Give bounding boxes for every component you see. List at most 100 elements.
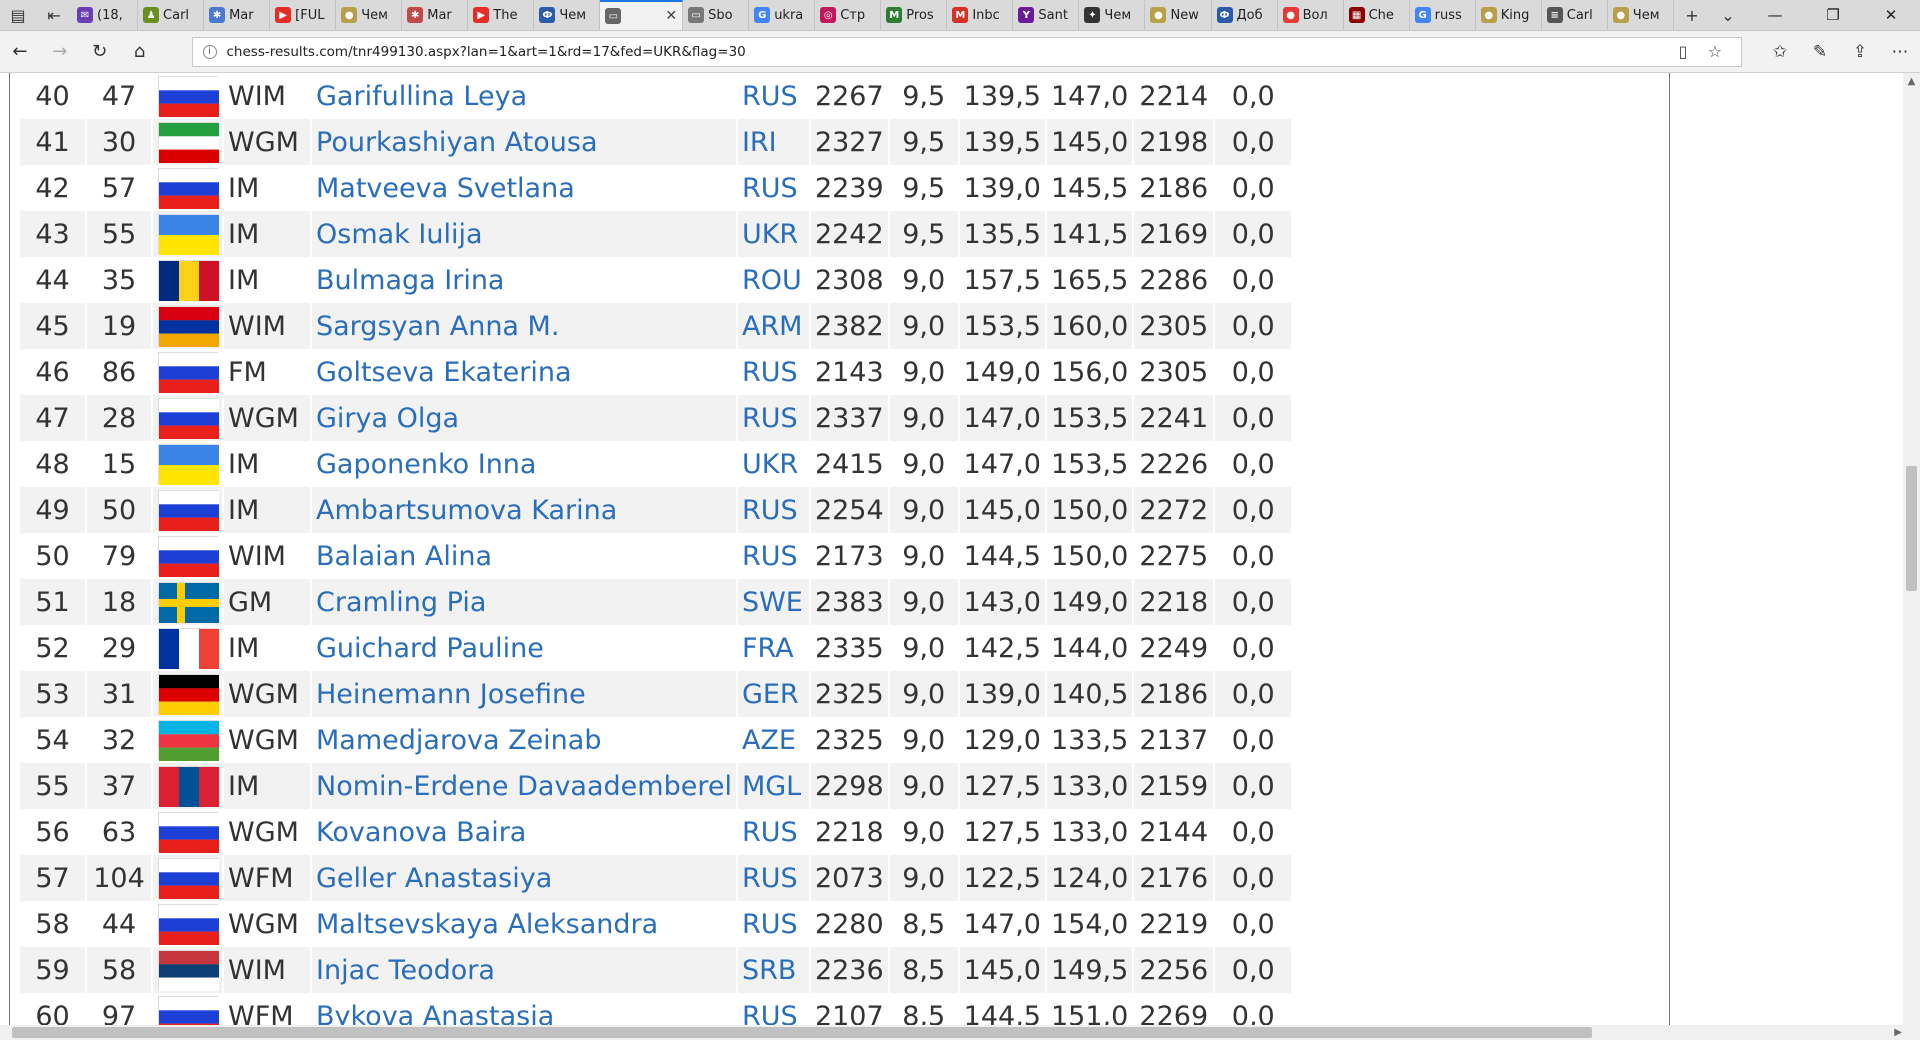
federation-link[interactable]: RUS (736, 349, 811, 395)
federation-link[interactable]: RUS (736, 487, 811, 533)
federation-link[interactable]: RUS (736, 993, 811, 1025)
rank-cell: 56 (20, 809, 87, 855)
browser-tab[interactable]: ✱ Mar (204, 0, 271, 30)
browser-tab[interactable]: ♟ Carl (138, 0, 205, 30)
tiebreak2-cell: 150,0 (1045, 487, 1135, 533)
browser-tab[interactable]: ◎ Стр (815, 0, 882, 30)
player-name-link[interactable]: Kovanova Baira (311, 809, 738, 855)
player-name-link[interactable]: Bulmaga Irina (311, 257, 738, 303)
tab-preview-chevron-icon[interactable]: ⌄ (1710, 0, 1746, 30)
favorite-star-icon[interactable]: ☆ (1699, 42, 1731, 61)
browser-tab[interactable]: ● Вол (1278, 0, 1344, 30)
federation-link[interactable]: ARM (736, 303, 811, 349)
federation-link[interactable]: RUS (736, 395, 811, 441)
more-menu-icon[interactable]: ⋯ (1880, 42, 1920, 62)
player-name-link[interactable]: Guichard Pauline (311, 625, 738, 671)
browser-tab[interactable]: Gruss (1410, 0, 1476, 30)
browser-tab[interactable]: M Inbc (947, 0, 1014, 30)
federation-link[interactable]: SWE (736, 579, 811, 625)
browser-tab[interactable]: ● Чем (336, 0, 403, 30)
minimize-button[interactable]: — (1746, 0, 1804, 30)
set-aside-tabs-icon[interactable]: ⇤ (36, 0, 72, 30)
player-name-link[interactable]: Osmak Iulija (311, 211, 738, 257)
federation-link[interactable]: IRI (736, 119, 811, 165)
player-name-link[interactable]: Gaponenko Inna (311, 441, 738, 487)
browser-tab[interactable]: ▶ [FUL (270, 0, 337, 30)
browser-tab[interactable]: ✉ (18, (72, 0, 139, 30)
player-name-link[interactable]: Cramling Pia (311, 579, 738, 625)
performance-cell: 2226 (1133, 441, 1216, 487)
browser-tab[interactable]: ▭ ✕ (600, 0, 684, 30)
browser-tab[interactable]: ✦ Чем (1079, 0, 1146, 30)
vertical-scroll-thumb[interactable] (1906, 466, 1917, 591)
player-name-link[interactable]: Goltseva Ekaterina (311, 349, 738, 395)
federation-link[interactable]: RUS (736, 809, 811, 855)
player-name-link[interactable]: Matveeva Svetlana (311, 165, 738, 211)
home-button[interactable]: ⌂ (120, 32, 160, 72)
federation-link[interactable]: GER (736, 671, 811, 717)
federation-link[interactable]: RUS (736, 533, 811, 579)
start-number-cell: 55 (86, 211, 153, 257)
player-name-link[interactable]: Girya Olga (311, 395, 738, 441)
reading-view-icon[interactable]: ▯ (1667, 42, 1699, 61)
address-bar[interactable]: i chess-results.com/tnr499130.aspx?lan=1… (191, 36, 1742, 67)
browser-tab[interactable]: Y Sant (1013, 0, 1080, 30)
player-name-link[interactable]: Mamedjarova Zeinab (311, 717, 738, 763)
federation-link[interactable]: RUS (736, 901, 811, 947)
favorites-hub-icon[interactable]: ✩ (1760, 42, 1800, 62)
vertical-scrollbar[interactable]: ▲ (1903, 73, 1920, 1025)
title-cell: WGM (223, 901, 312, 947)
player-name-link[interactable]: Injac Teodora (311, 947, 738, 993)
browser-tab[interactable]: ▶ The (468, 0, 535, 30)
federation-link[interactable]: UKR (736, 441, 811, 487)
tab-actions-icon[interactable]: ▤ (0, 0, 36, 30)
browser-tab[interactable]: ✱ Mar (402, 0, 469, 30)
url-text[interactable]: chess-results.com/tnr499130.aspx?lan=1&a… (227, 44, 1667, 60)
scroll-up-arrow-icon[interactable]: ▲ (1903, 73, 1920, 90)
player-name-link[interactable]: Nomin-Erdene Davaademberel (311, 763, 738, 809)
browser-tab[interactable]: ▦ Che (1344, 0, 1410, 30)
player-name-link[interactable]: Bykova Anastasia (311, 993, 738, 1025)
web-note-icon[interactable]: ✎ (1800, 42, 1840, 62)
federation-link[interactable]: AZE (736, 717, 811, 763)
federation-link[interactable]: ROU (736, 257, 811, 303)
restore-button[interactable]: ❐ (1804, 0, 1862, 30)
federation-link[interactable]: FRA (736, 625, 811, 671)
tab-close-icon[interactable]: ✕ (665, 8, 677, 24)
federation-link[interactable]: RUS (736, 855, 811, 901)
player-name-link[interactable]: Geller Anastasiya (311, 855, 738, 901)
federation-link[interactable]: UKR (736, 211, 811, 257)
share-icon[interactable]: ⇪ (1840, 42, 1880, 62)
player-name-link[interactable]: Pourkashiyan Atousa (311, 119, 738, 165)
browser-tab[interactable]: ≡ Carl (1542, 0, 1608, 30)
federation-link[interactable]: RUS (736, 165, 811, 211)
site-info-icon[interactable]: i (202, 44, 217, 59)
browser-tab[interactable]: Ф Чем (534, 0, 601, 30)
back-button[interactable]: ← (0, 32, 40, 72)
federation-link[interactable]: MGL (736, 763, 811, 809)
player-name-link[interactable]: Sargsyan Anna M. (311, 303, 738, 349)
browser-tab[interactable]: Ф Доб (1212, 0, 1278, 30)
browser-tab[interactable]: ▭ Sbo (683, 0, 750, 30)
federation-link[interactable]: SRB (736, 947, 811, 993)
player-name-link[interactable]: Ambartsumova Karina (311, 487, 738, 533)
horizontal-scroll-thumb[interactable] (12, 1027, 1592, 1038)
tab-favicon-icon: ● (1282, 7, 1299, 23)
refresh-button[interactable]: ↻ (80, 32, 120, 72)
browser-tab[interactable]: M Pros (881, 0, 948, 30)
player-name-link[interactable]: Garifullina Leya (311, 73, 738, 119)
player-name-link[interactable]: Heinemann Josefine (311, 671, 738, 717)
browser-tab[interactable]: ● Чем (1608, 0, 1674, 30)
horizontal-scrollbar[interactable]: ▶ (0, 1025, 1920, 1040)
browser-tab[interactable]: Gukra (749, 0, 816, 30)
player-name-link[interactable]: Maltsevskaya Aleksandra (311, 901, 738, 947)
scroll-right-arrow-icon[interactable]: ▶ (1894, 1025, 1902, 1040)
player-name-link[interactable]: Balaian Alina (311, 533, 738, 579)
close-window-button[interactable]: ✕ (1862, 0, 1920, 30)
federation-link[interactable]: RUS (736, 73, 811, 119)
browser-tab[interactable]: ● King (1476, 0, 1542, 30)
browser-tab[interactable]: ● New (1145, 0, 1212, 30)
tab-list: ✉ (18, ♟ Carl ✱ Mar ▶ [FUL ● Чем ✱ Mar ▶ The Ф Чем ▭ ✕ ▭ Sb… (72, 0, 1674, 30)
forward-button[interactable]: → (40, 32, 80, 72)
new-tab-button[interactable]: + (1674, 0, 1710, 30)
